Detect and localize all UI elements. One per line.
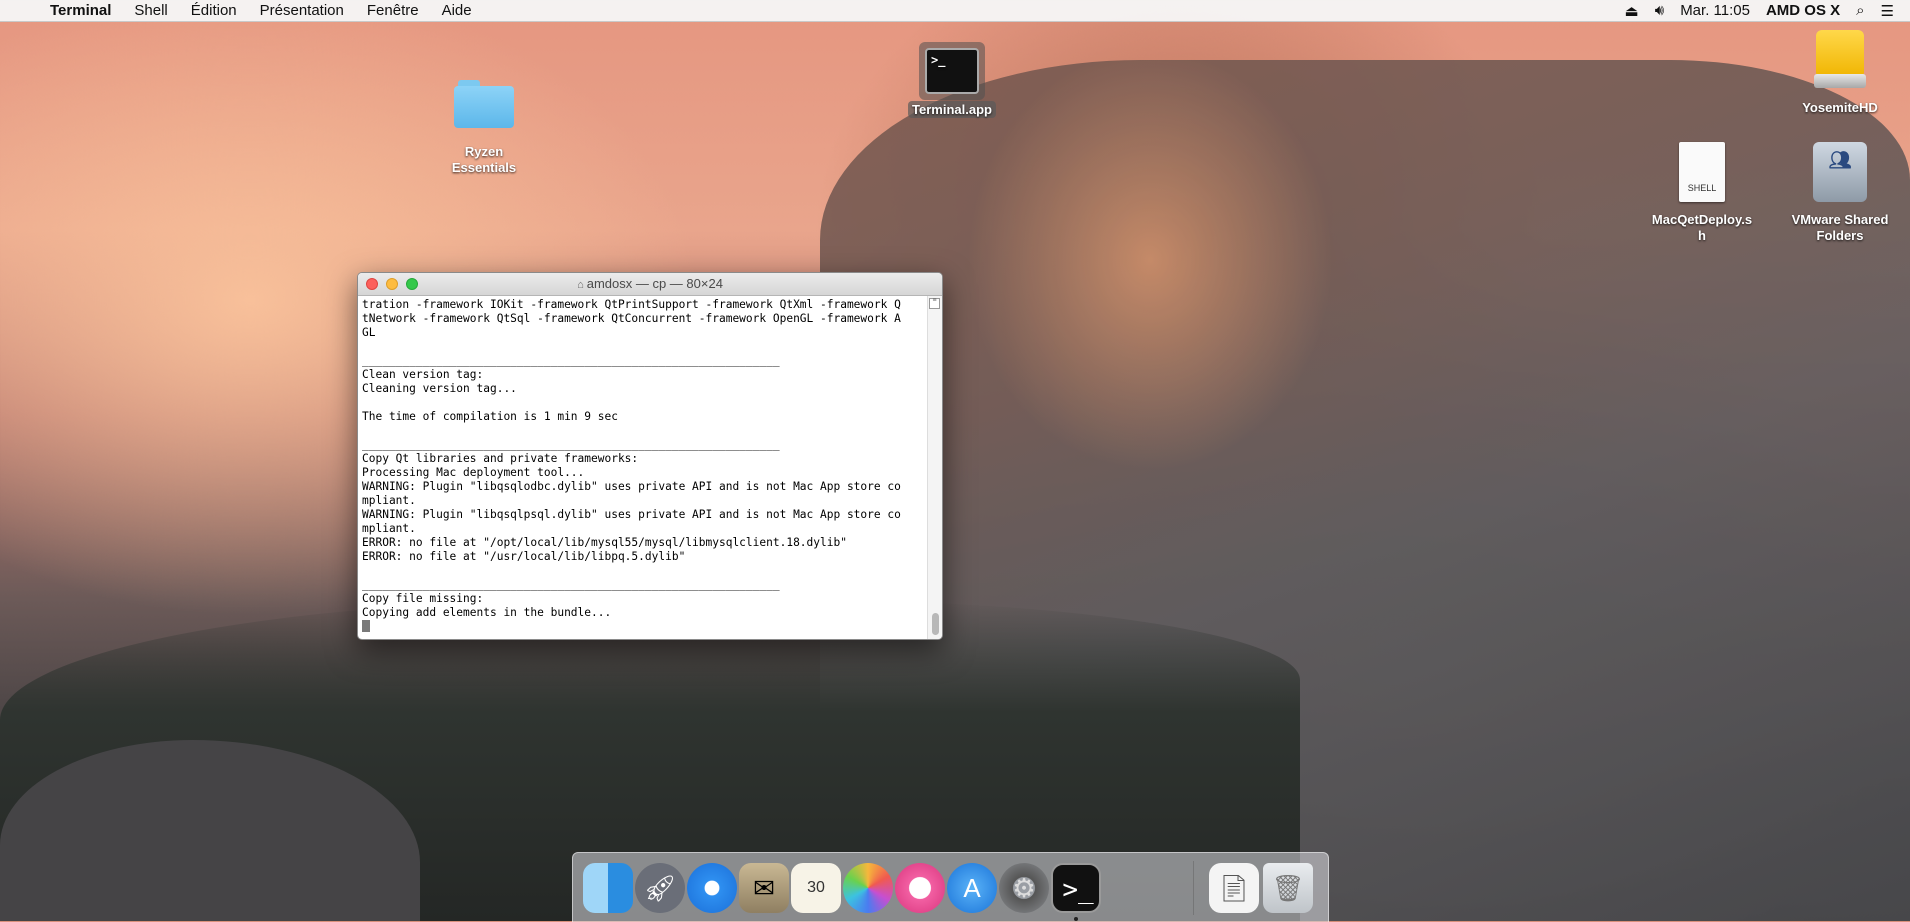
finder-icon[interactable] <box>583 863 633 913</box>
terminal-window[interactable]: ⌂ amdosx — cp — 80×24 tration -framework … <box>357 272 943 640</box>
terminal-line: mpliant. <box>362 522 416 535</box>
desktop-icon-macqetdeploy[interactable]: SHELL MacQetDeploy.s h <box>1650 142 1754 244</box>
terminal-line: Copy Qt libraries and private frameworks… <box>362 452 639 465</box>
menu-app-name[interactable]: Terminal <box>50 2 111 19</box>
documents-stack-icon[interactable]: 📄︎ <box>1209 863 1259 913</box>
desktop-icon-terminal-app[interactable]: >_ Terminal.app <box>905 42 999 118</box>
spotlight-icon[interactable]: ⌕ <box>1856 2 1864 19</box>
scrollbar-thumb[interactable] <box>932 613 939 635</box>
terminal-line: ERROR: no file at "/opt/local/lib/mysql5… <box>362 536 847 549</box>
window-title: amdosx — cp — 80×24 <box>586 276 723 291</box>
folder-icon <box>454 80 514 128</box>
volume-icon[interactable]: 🔊︎ <box>1655 2 1664 19</box>
mail-icon[interactable]: ✉ <box>739 863 789 913</box>
window-titlebar[interactable]: ⌂ amdosx — cp — 80×24 <box>358 273 942 296</box>
terminal-line: WARNING: Plugin "libqsqlpsql.dylib" uses… <box>362 508 901 521</box>
app-store-icon[interactable]: A <box>947 863 997 913</box>
text-cursor <box>362 620 370 632</box>
terminal-output[interactable]: tration -framework IOKit -framework QtPr… <box>358 296 928 639</box>
dock: 🚀︎ ✉ 30 ♫ A ⚙ >_ 📄︎ 🗑︎ <box>572 852 1329 922</box>
itunes-icon[interactable]: ♫ <box>895 863 945 913</box>
scroll-lines-icon: ≡ <box>929 297 940 309</box>
system-preferences-icon[interactable]: ⚙ <box>999 863 1049 913</box>
terminal-line: The time of compilation is 1 min 9 sec <box>362 410 618 423</box>
network-folder-icon: 👥︎ <box>1813 142 1867 202</box>
terminal-line: Copy file missing: <box>362 592 484 605</box>
menu-edition[interactable]: Édition <box>191 2 237 19</box>
terminal-line: ________________________________________… <box>362 354 780 367</box>
safari-icon[interactable] <box>687 863 737 913</box>
eject-icon[interactable]: ⏏ <box>1625 2 1639 20</box>
menu-fenetre[interactable]: Fenêtre <box>367 2 419 19</box>
menu-presentation[interactable]: Présentation <box>260 2 344 19</box>
desktop-icon-label: Essentials <box>451 160 517 175</box>
running-indicator <box>1074 917 1078 921</box>
terminal-line: tration -framework IOKit -framework QtPr… <box>362 298 901 311</box>
terminal-line: tNetwork -framework QtSql -framework QtC… <box>362 312 901 325</box>
terminal-line: GL <box>362 326 376 339</box>
terminal-line: Processing Mac deployment tool... <box>362 466 585 479</box>
hard-drive-icon <box>1814 30 1866 88</box>
terminal-line: ________________________________________… <box>362 438 780 451</box>
photos-icon[interactable] <box>843 863 893 913</box>
minimize-button[interactable] <box>386 278 398 290</box>
terminal-app-icon: >_ <box>919 42 985 100</box>
desktop-icon-label: VMware Shared <box>1791 212 1889 227</box>
trash-icon[interactable]: 🗑︎ <box>1263 863 1313 913</box>
vertical-scrollbar[interactable]: ≡ <box>927 296 942 639</box>
terminal-line: Cleaning version tag... <box>362 382 517 395</box>
desktop-icon-ryzen-essentials[interactable]: Ryzen Essentials <box>434 80 534 176</box>
desktop-icon-label: MacQetDeploy.s <box>1651 212 1753 227</box>
desktop-icon-label: Terminal.app <box>908 101 996 118</box>
terminal-line: mpliant. <box>362 494 416 507</box>
notification-center-icon[interactable]: ☰ <box>1881 2 1894 20</box>
shell-script-icon: SHELL <box>1679 142 1725 202</box>
user-menu[interactable]: AMD OS X <box>1766 2 1840 19</box>
zoom-button[interactable] <box>406 278 418 290</box>
terminal-line: ERROR: no file at "/usr/local/lib/libpq.… <box>362 550 686 563</box>
menu-shell[interactable]: Shell <box>134 2 167 19</box>
clock[interactable]: Mar. 11:05 <box>1680 2 1750 19</box>
calendar-icon[interactable]: 30 <box>791 863 841 913</box>
terminal-line: ________________________________________… <box>362 578 780 591</box>
menu-aide[interactable]: Aide <box>442 2 472 19</box>
menu-bar: Terminal Shell Édition Présentation Fenê… <box>0 0 1910 22</box>
desktop-icon-label: h <box>1698 228 1706 243</box>
desktop-icon-label: YosemiteHD <box>1802 100 1878 115</box>
desktop-icon-vmware-shared-folders[interactable]: 👥︎ VMware Shared Folders <box>1782 142 1898 244</box>
launchpad-icon[interactable]: 🚀︎ <box>635 863 685 913</box>
desktop-icon-label: Ryzen <box>464 144 504 159</box>
terminal-line: Copying add elements in the bundle... <box>362 606 612 619</box>
dock-separator <box>1193 861 1194 915</box>
terminal-dock-icon[interactable]: >_ <box>1051 863 1101 913</box>
desktop-icon-label: Folders <box>1816 228 1864 243</box>
terminal-line: WARNING: Plugin "libqsqlodbc.dylib" uses… <box>362 480 901 493</box>
desktop-icon-yosemitehd[interactable]: YosemiteHD <box>1790 30 1890 116</box>
close-button[interactable] <box>366 278 378 290</box>
terminal-line: Clean version tag: <box>362 368 484 381</box>
home-icon: ⌂ <box>577 279 584 291</box>
